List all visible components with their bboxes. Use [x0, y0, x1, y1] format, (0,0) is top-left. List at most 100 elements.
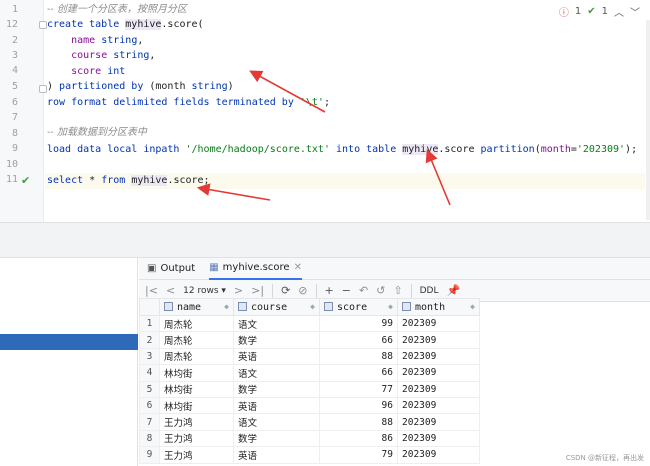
cell-score[interactable]: 86	[319, 429, 398, 448]
cell-name[interactable]: 周杰轮	[159, 331, 234, 349]
next-page-icon[interactable]: >	[234, 284, 243, 297]
cell-month[interactable]: 202309	[397, 364, 480, 382]
table-row[interactable]: 1 周杰轮 语文 99 202309	[139, 314, 480, 333]
cell-score[interactable]: 66	[319, 364, 398, 382]
column-header-course[interactable]: course ◆	[233, 298, 320, 316]
chevron-down-icon[interactable]: ﹀	[630, 4, 640, 19]
pin-icon[interactable]: 📌	[446, 284, 460, 297]
sql-editor[interactable]: 1 2 3 4 5 6 7 8 9 10 11 12 ✔ -- 创建一个分区表，…	[0, 0, 650, 222]
code-line: row format delimited fields terminated b…	[47, 97, 330, 108]
table-row[interactable]: 3 周杰轮 英语 88 202309	[139, 347, 480, 366]
cell-course[interactable]: 语文	[233, 314, 320, 333]
cell-score[interactable]: 66	[319, 331, 398, 349]
line-gutter: 1 2 3 4 5 6 7 8 9 10 11 12 ✔	[0, 0, 47, 222]
table-row[interactable]: 7 王力鸿 语文 88 202309	[139, 413, 480, 431]
cell-score[interactable]: 79	[319, 446, 398, 464]
remove-row-icon[interactable]: −	[342, 284, 351, 297]
code-line: ) partitioned by (month string)	[47, 81, 234, 92]
refresh-icon[interactable]: ⟳	[281, 284, 290, 297]
cell-course[interactable]: 英语	[233, 396, 320, 415]
table-row[interactable]: 9 王力鸿 英语 79 202309	[139, 446, 480, 464]
cell-score[interactable]: 88	[319, 413, 398, 431]
cell-name[interactable]: 林均街	[159, 380, 234, 398]
undo-icon[interactable]: ↶	[359, 284, 368, 297]
cell-name[interactable]: 林均街	[159, 364, 234, 382]
cell-month[interactable]: 202309	[397, 380, 480, 398]
column-header-score[interactable]: score ◆	[319, 298, 398, 316]
panel-divider[interactable]	[0, 222, 650, 258]
code-line: course string,	[71, 50, 156, 61]
table-row[interactable]: 5 林均街 数学 77 202309	[139, 380, 480, 398]
check-icon: ✔	[587, 6, 596, 17]
ddl-button[interactable]: DDL	[420, 286, 439, 296]
line-number: 8	[11, 128, 18, 139]
selected-tree-item[interactable]	[0, 334, 138, 350]
cell-course[interactable]: 英语	[233, 446, 320, 464]
results-tabs: ▣ Output ▦ myhive.score ✕	[139, 258, 650, 280]
code-line: name string,	[71, 35, 144, 46]
cell-name[interactable]: 周杰轮	[159, 347, 234, 366]
chevron-up-icon[interactable]: ︿	[614, 4, 624, 19]
table-body: 1 周杰轮 语文 99 202309 2 周杰轮 数学 66 202309 3 周杰轮 英语 88 2023…	[139, 314, 480, 464]
cell-score[interactable]: 99	[319, 314, 398, 333]
table-row[interactable]: 8 王力鸿 数学 86 202309	[139, 429, 480, 448]
cell-course[interactable]: 英语	[233, 347, 320, 366]
cell-month[interactable]: 202309	[397, 413, 480, 431]
code-comment: -- 创建一个分区表，按照月分区	[47, 4, 187, 15]
cell-month[interactable]: 202309	[397, 429, 480, 448]
column-header-month[interactable]: month ◆	[397, 298, 480, 316]
sort-icon[interactable]: ◆	[310, 302, 315, 311]
inspection-widget[interactable]: ⓘ 1 ✔ 1 ︿ ﹀	[559, 4, 640, 19]
cell-name[interactable]: 王力鸿	[159, 429, 234, 448]
cell-course[interactable]: 数学	[233, 380, 320, 398]
row-number: 7	[139, 413, 160, 431]
column-icon	[164, 301, 173, 311]
line-number: 4	[11, 65, 18, 76]
cell-month[interactable]: 202309	[397, 331, 480, 349]
fold-icon[interactable]	[39, 21, 47, 29]
tab-myhive-score[interactable]: ▦ myhive.score ✕	[209, 258, 302, 280]
cancel-icon[interactable]: ⊘	[298, 284, 307, 297]
results-panel: ▣ Output ▦ myhive.score ✕ |< < 12 rows ▾…	[139, 258, 650, 466]
sort-icon[interactable]: ◆	[388, 302, 393, 311]
prev-page-icon[interactable]: <	[166, 284, 175, 297]
fold-icon[interactable]	[39, 85, 47, 93]
cell-name[interactable]: 林均街	[159, 396, 234, 415]
table-row[interactable]: 4 林均街 语文 66 202309	[139, 364, 480, 382]
table-row[interactable]: 2 周杰轮 数学 66 202309	[139, 331, 480, 349]
cell-course[interactable]: 数学	[233, 429, 320, 448]
table-row[interactable]: 6 林均街 英语 96 202309	[139, 396, 480, 415]
revert-icon[interactable]: ↺	[376, 284, 385, 297]
last-page-icon[interactable]: >|	[251, 284, 264, 297]
cell-month[interactable]: 202309	[397, 446, 480, 464]
tab-output[interactable]: ▣ Output	[147, 258, 195, 280]
cell-name[interactable]: 周杰轮	[159, 314, 234, 333]
editor-scrollbar[interactable]	[646, 20, 650, 220]
cell-score[interactable]: 77	[319, 380, 398, 398]
services-panel[interactable]	[0, 258, 138, 466]
cell-score[interactable]: 96	[319, 396, 398, 415]
line-number: 12	[5, 19, 18, 30]
first-page-icon[interactable]: |<	[145, 284, 158, 297]
sort-icon[interactable]: ◆	[224, 302, 229, 311]
results-table: name ◆ course ◆ score ◆ month ◆ 1 周杰轮 语文 99 2023…	[139, 298, 480, 464]
cell-month[interactable]: 202309	[397, 347, 480, 366]
cell-month[interactable]: 202309	[397, 396, 480, 415]
cell-course[interactable]: 数学	[233, 331, 320, 349]
submit-icon[interactable]: ⇧	[393, 284, 402, 297]
cell-course[interactable]: 语文	[233, 413, 320, 431]
row-number-header	[139, 298, 160, 316]
cell-name[interactable]: 王力鸿	[159, 446, 234, 464]
close-icon[interactable]: ✕	[294, 262, 302, 273]
tab-label: myhive.score	[222, 262, 290, 273]
column-header-name[interactable]: name ◆	[159, 298, 234, 316]
run-success-check-icon: ✔	[21, 174, 31, 187]
rows-count-dropdown[interactable]: 12 rows ▾	[183, 286, 226, 296]
add-row-icon[interactable]: +	[325, 284, 334, 297]
output-icon: ▣	[147, 263, 157, 274]
cell-course[interactable]: 语文	[233, 364, 320, 382]
cell-month[interactable]: 202309	[397, 314, 480, 333]
sort-icon[interactable]: ◆	[470, 302, 475, 311]
cell-score[interactable]: 88	[319, 347, 398, 366]
cell-name[interactable]: 王力鸿	[159, 413, 234, 431]
